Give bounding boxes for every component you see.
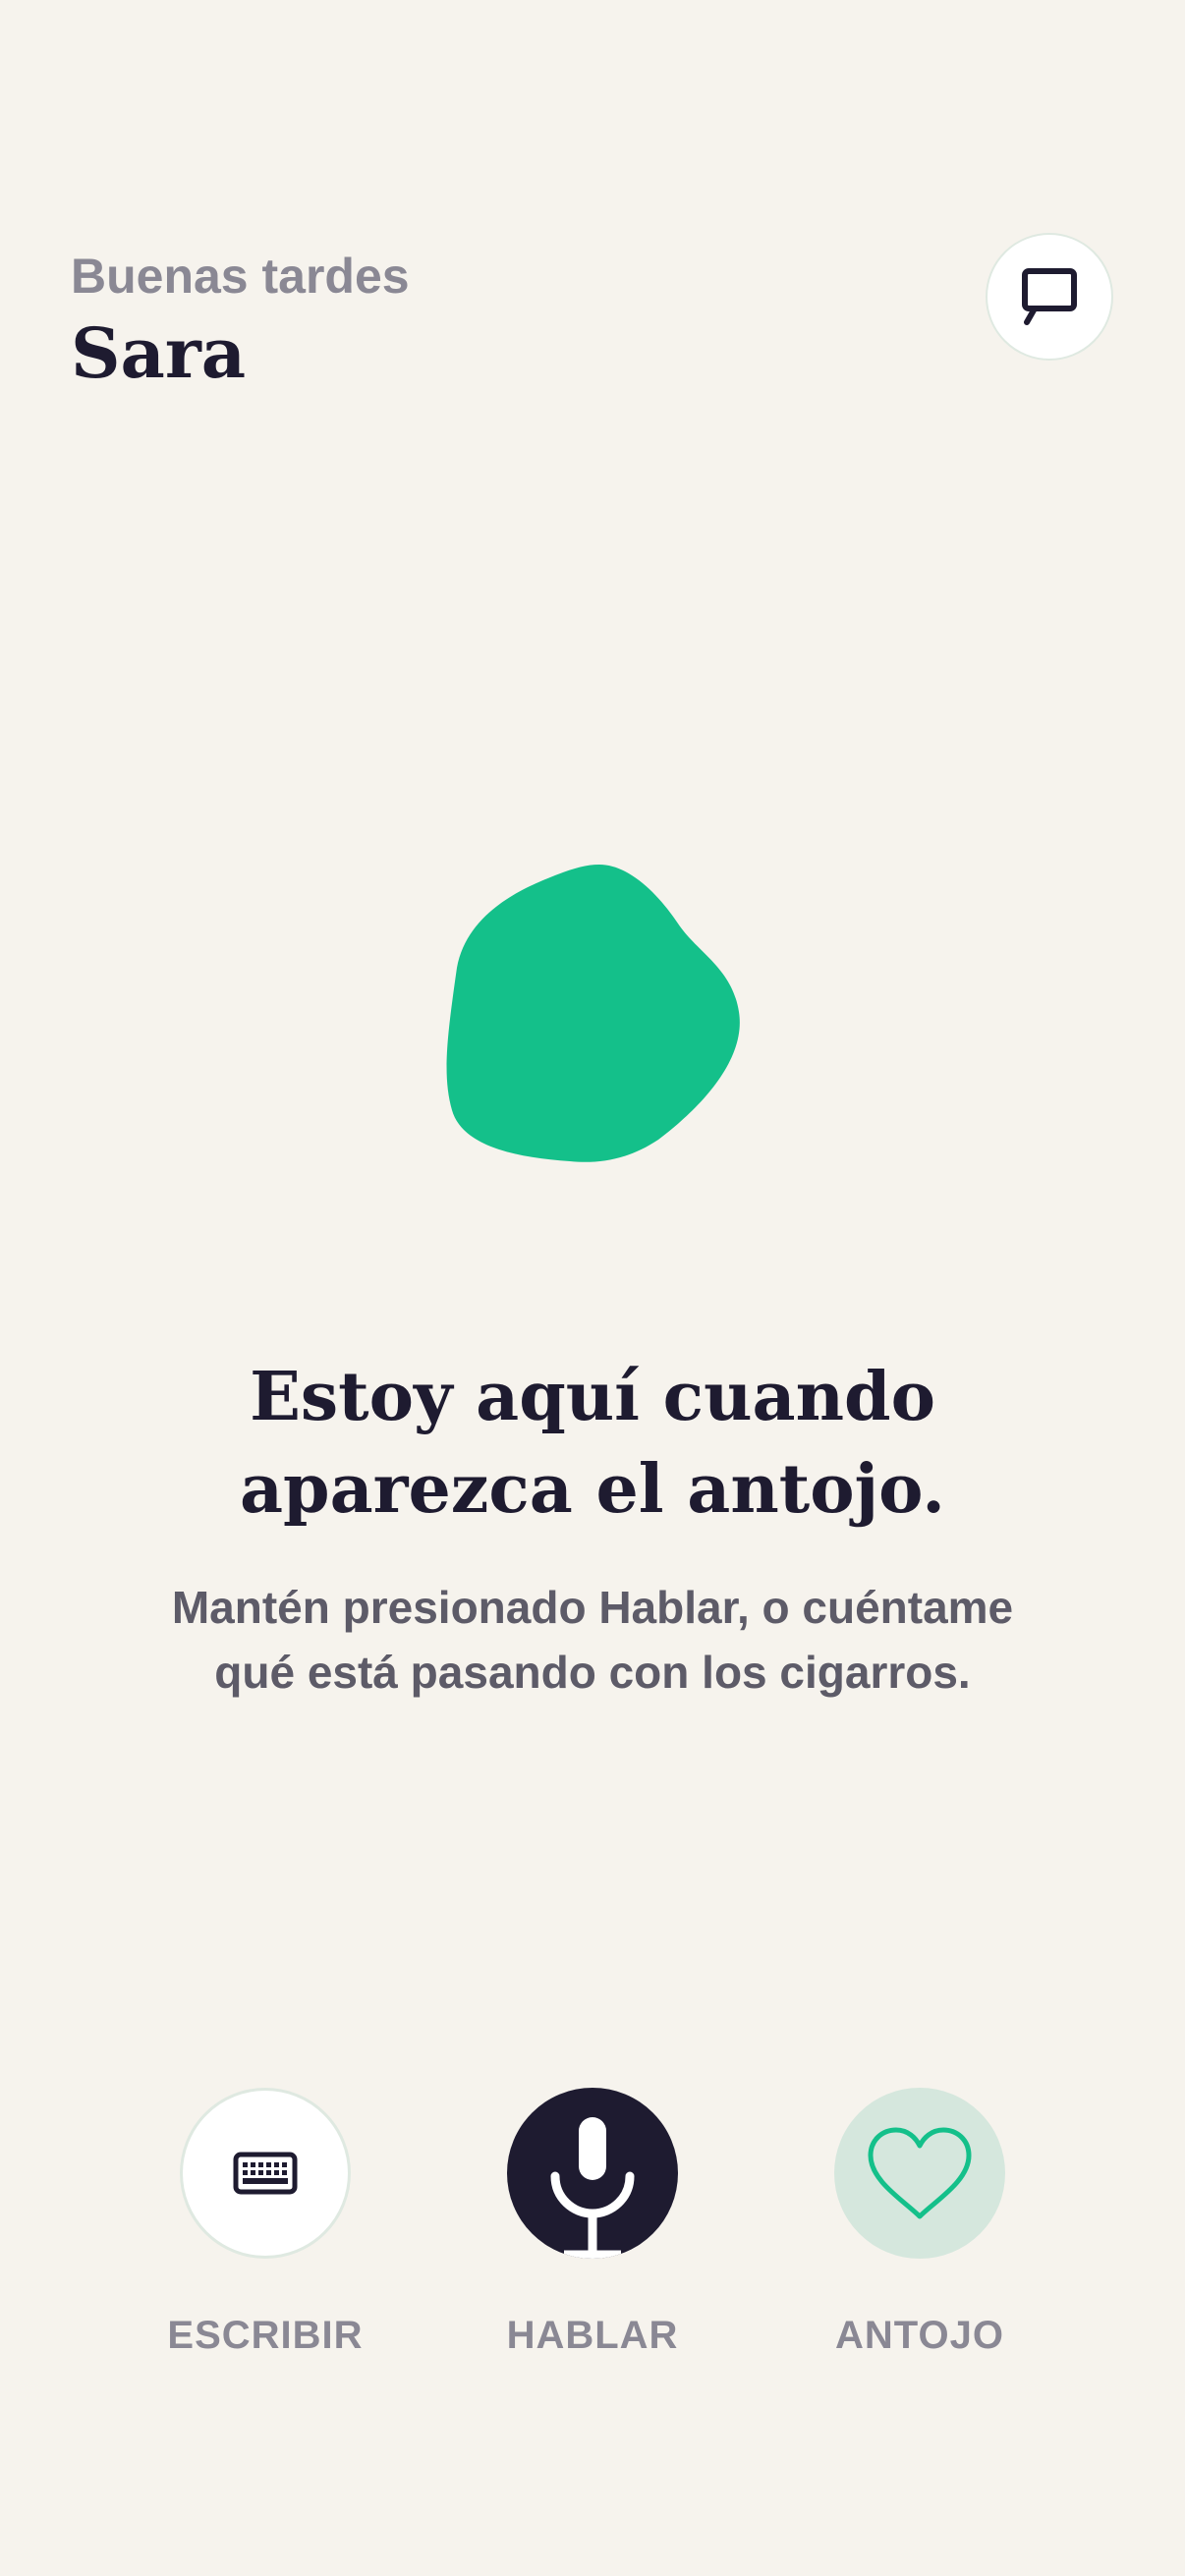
keyboard-icon: [233, 2152, 298, 2195]
user-name: Sara: [71, 312, 247, 394]
subtext: Mantén presionado Hablar, o cuéntame qué…: [171, 1582, 1014, 1698]
headline: Estoy aquí cuando aparezca el antojo.: [101, 1351, 1084, 1536]
assistant-blob: [446, 865, 740, 1162]
talk-label: HABLAR: [506, 2314, 679, 2357]
write-action[interactable]: ESCRIBIR: [147, 2088, 383, 2358]
microphone-icon: [550, 2117, 635, 2259]
craving-action[interactable]: ANTOJO: [802, 2088, 1038, 2358]
headline-line-2: aparezca el antojo.: [240, 1450, 945, 1529]
greeting-text: Buenas tardes: [71, 249, 410, 304]
craving-button[interactable]: [834, 2088, 1005, 2259]
chat-button[interactable]: [986, 233, 1113, 361]
write-label: ESCRIBIR: [167, 2314, 364, 2357]
talk-button[interactable]: [507, 2088, 678, 2259]
write-button[interactable]: [180, 2088, 351, 2259]
heart-icon: [868, 2127, 972, 2219]
talk-action[interactable]: HABLAR: [475, 2088, 710, 2358]
chat-bubble-icon: [1022, 268, 1077, 325]
headline-line-1: Estoy aquí cuando: [250, 1358, 935, 1436]
craving-label: ANTOJO: [835, 2314, 1004, 2357]
